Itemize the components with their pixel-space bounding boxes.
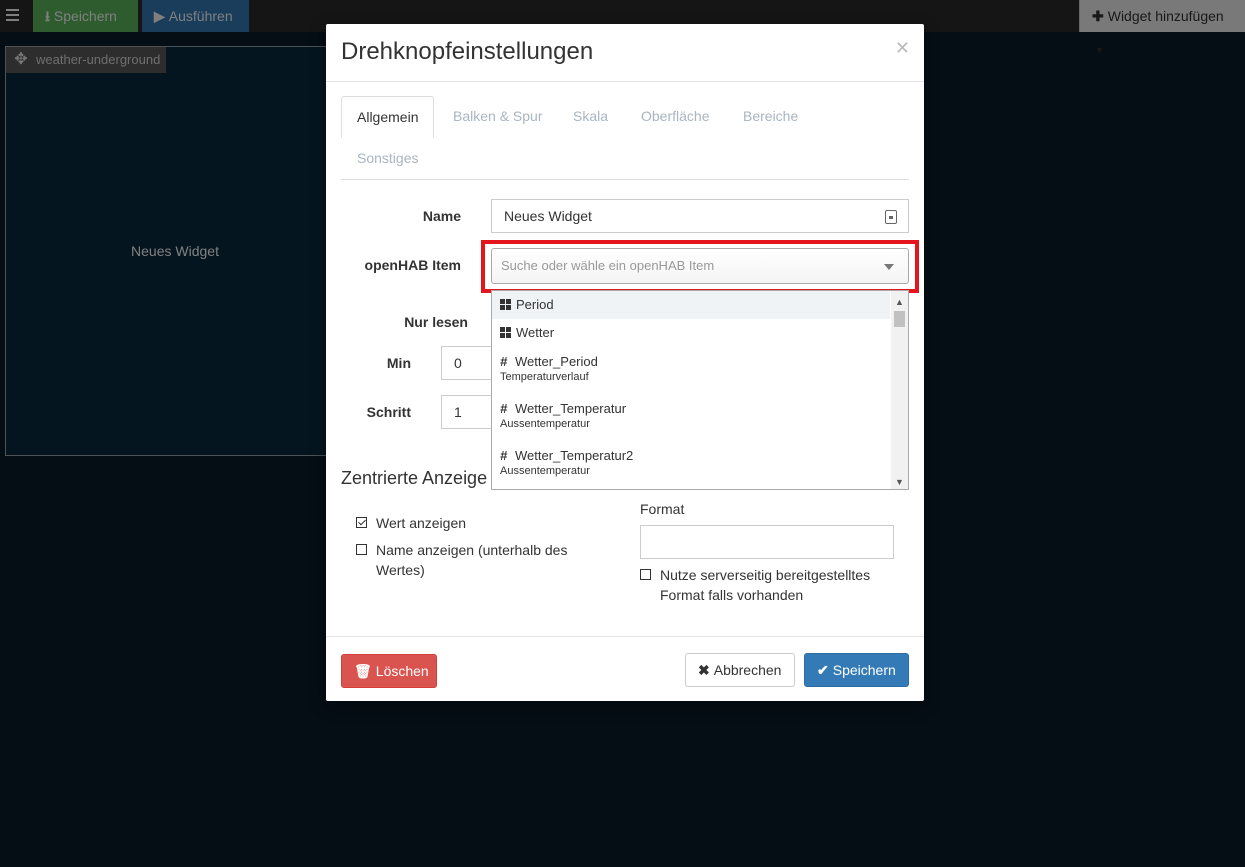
min-input-value: 0 — [454, 355, 462, 371]
show-value-checkbox[interactable] — [356, 517, 367, 528]
centered-display-title: Zentrierte Anzeige — [341, 468, 488, 488]
format-input[interactable] — [640, 525, 894, 559]
save-button-label: Speichern — [832, 662, 896, 678]
tab-allgemein[interactable]: Allgemein — [341, 96, 435, 138]
openhab-item-dropdown: Period Wetter # Wetter_Period Temperaturv… — [491, 290, 909, 490]
item-name: Wetter_Temperatur2 — [515, 448, 634, 463]
item-label: Temperaturverlauf — [500, 371, 589, 383]
cancel-button-label: Abbrechen — [713, 662, 782, 678]
item-name: Period — [516, 297, 554, 312]
name-label: Name — [422, 208, 461, 224]
settings-tabs: Allgemein Balken & Spur Skala Oberfläche… — [341, 96, 909, 180]
cancel-button[interactable]: ✖ Abbrechen — [685, 653, 795, 687]
list-item[interactable]: Wetter — [492, 319, 890, 347]
item-name: Wetter — [516, 325, 555, 340]
chevron-down-icon[interactable]: ▼ — [895, 477, 904, 487]
number-icon: # — [500, 448, 508, 463]
openhab-item-label: openHAB Item — [364, 257, 461, 273]
trash-icon: 🗑 — [354, 663, 372, 679]
tab-bereiche[interactable]: Bereiche — [728, 96, 813, 136]
show-name-checkbox[interactable] — [356, 544, 367, 555]
delete-button[interactable]: 🗑 Löschen — [341, 654, 437, 688]
server-format-label: Nutze serverseitig bereitgestelltes Form… — [660, 567, 871, 603]
modal-title: Drehknopfeinstellungen — [341, 38, 594, 65]
tab-balken-spur[interactable]: Balken & Spur — [438, 96, 558, 136]
min-label: Min — [386, 355, 411, 371]
number-icon: # — [500, 401, 508, 416]
item-label: Aussentemperatur — [500, 418, 590, 430]
item-label: Aussentemperatur — [500, 465, 590, 477]
scrollbar-thumb[interactable] — [894, 311, 905, 327]
show-name-label: Name anzeigen (unterhalb des Wertes) — [376, 542, 568, 578]
close-icon: ✖ — [698, 662, 710, 678]
save-button[interactable]: ✔ Speichern — [804, 653, 909, 687]
number-icon: # — [500, 354, 508, 369]
modal-header: Drehknopfeinstellungen ✕ — [326, 24, 924, 82]
list-item[interactable]: Period — [492, 291, 890, 319]
show-value-checkbox-row[interactable]: Wert anzeigen — [356, 513, 596, 533]
name-input[interactable]: Neues Widget — [491, 199, 909, 233]
step-label: Schritt — [366, 404, 411, 420]
list-item[interactable]: # Wetter_Period Temperaturverlauf — [492, 347, 890, 394]
item-name: Wetter_Period — [515, 354, 598, 369]
name-input-value: Neues Widget — [504, 208, 592, 224]
tab-oberflaeche[interactable]: Oberfläche — [626, 96, 724, 136]
tab-skala[interactable]: Skala — [558, 96, 623, 136]
show-name-checkbox-row[interactable]: Name anzeigen (unterhalb des Wertes) — [356, 540, 586, 580]
show-value-label: Wert anzeigen — [376, 515, 467, 531]
tab-sonstiges[interactable]: Sonstiges — [342, 138, 433, 178]
format-label: Format — [640, 501, 685, 517]
list-item[interactable]: # Wetter_Temperatur Aussentemperatur — [492, 394, 890, 441]
chevron-up-icon[interactable]: ▲ — [895, 297, 904, 307]
step-input-value: 1 — [454, 404, 462, 420]
readonly-label: Nur lesen — [404, 314, 468, 330]
modal-footer: 🗑 Löschen ✖ Abbrechen ✔ Speichern — [326, 636, 924, 702]
list-item[interactable]: # Wetter_Temperatur2 Aussentemperatur — [492, 441, 890, 488]
delete-button-label: Löschen — [375, 663, 429, 679]
close-icon[interactable]: ✕ — [895, 38, 910, 59]
server-format-checkbox-row[interactable]: Nutze serverseitig bereitgestelltes Form… — [640, 565, 890, 605]
group-icon — [500, 299, 511, 310]
dropdown-scrollbar[interactable]: ▲ ▼ — [891, 291, 908, 489]
check-icon: ✔ — [817, 662, 829, 678]
server-format-checkbox[interactable] — [640, 569, 651, 580]
contact-card-icon[interactable] — [885, 210, 897, 224]
knob-settings-dialog: Drehknopfeinstellungen ✕ Allgemein Balke… — [326, 24, 924, 701]
highlight-box — [481, 240, 919, 293]
item-name: Wetter_Temperatur — [515, 401, 627, 416]
group-icon — [500, 327, 511, 338]
